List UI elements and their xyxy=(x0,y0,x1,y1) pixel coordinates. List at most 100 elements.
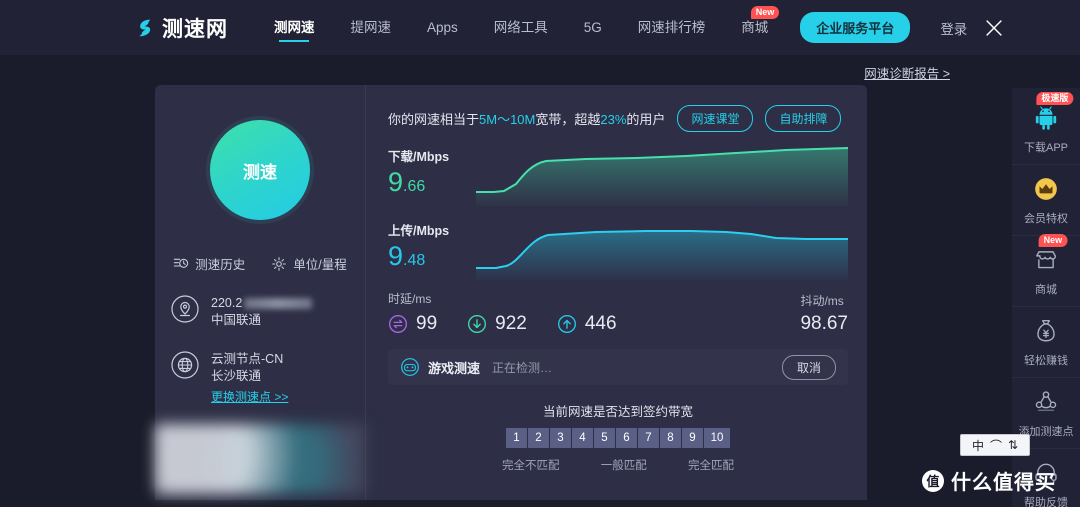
unit-range-button[interactable]: 单位/量程 xyxy=(271,254,347,273)
upload-labels: 上传/Mbps 9.48 xyxy=(388,218,476,272)
nav-item-label: 5G xyxy=(583,20,602,35)
summary-row: 你的网速相当于5M～10M宽带，超越23%的用户 网速课堂 自助排障 xyxy=(388,105,848,132)
masked-ip xyxy=(244,298,313,310)
change-node-link[interactable]: 更换测速点 >> xyxy=(211,389,288,406)
upload-latency-metric: 446 xyxy=(557,313,617,335)
site-logo[interactable]: 测速网 xyxy=(136,13,228,43)
rail-item-member-privilege[interactable]: 会员特权 xyxy=(1012,165,1080,236)
rating-section: 当前网速是否达到签约带宽 1 2 3 4 5 6 7 8 9 10 完全不匹配 … xyxy=(388,401,848,473)
nav-item-label: 提网速 xyxy=(350,20,392,35)
enterprise-service-button[interactable]: 企业服务平台 xyxy=(800,12,911,43)
download-value: 9.66 xyxy=(388,167,476,198)
rating-cell-7[interactable]: 7 xyxy=(638,428,660,448)
start-speedtest-button[interactable]: 测速 xyxy=(210,120,310,220)
lightning-s-icon xyxy=(139,19,151,36)
rail-item-download-app[interactable]: 极速版 下载APP xyxy=(1012,92,1080,165)
summary-text: 你的网速相当于5M～10M宽带，超越23%的用户 xyxy=(388,109,665,128)
ime-mode: 中 xyxy=(971,438,984,453)
speedtest-history-button[interactable]: 测速历史 xyxy=(173,254,245,273)
client-ip-info: 220.2 中国联通 xyxy=(171,295,349,329)
latency-items: 99 922 446 xyxy=(388,313,647,335)
node-name: 云测节点-CN xyxy=(211,352,284,366)
rail-label: 会员特权 xyxy=(1024,213,1068,225)
nav-item-label: 网速排行榜 xyxy=(637,20,706,35)
new-badge: New xyxy=(1038,234,1068,247)
close-icon[interactable] xyxy=(983,17,1005,39)
summary-middle: 宽带，超越 xyxy=(535,112,601,127)
game-speedtest-status: 正在检测… xyxy=(492,360,553,375)
rating-cell-5[interactable]: 5 xyxy=(594,428,616,448)
nav-item-5g[interactable]: 5G xyxy=(566,0,620,55)
download-caption: 下载/Mbps xyxy=(388,150,450,164)
nav-item-tiwangsu[interactable]: 提网速 xyxy=(333,0,410,55)
jitter-group: 抖动/ms 98.67 xyxy=(800,292,848,335)
rating-cell-4[interactable]: 4 xyxy=(572,428,594,448)
rating-cell-9[interactable]: 9 xyxy=(682,428,704,448)
latency-caption: 时延/ms xyxy=(388,292,432,306)
tool-label: 单位/量程 xyxy=(293,258,347,272)
exchange-icon xyxy=(389,315,407,333)
download-labels: 下载/Mbps 9.66 xyxy=(388,144,476,198)
server-node-info: 云测节点-CN 长沙联通 更换测速点 >> xyxy=(171,351,349,406)
ime-indicator[interactable]: 中 ⌒ ⇅ xyxy=(960,434,1030,456)
rating-cell-10[interactable]: 10 xyxy=(704,428,730,448)
rail-label: 帮助反馈 xyxy=(1024,497,1068,507)
client-ip-prefix: 220.2 xyxy=(211,296,243,310)
speedtest-page: 测速网 测网速 提网速 Apps 网络工具 5G 网速排行榜 New 商城 企业… xyxy=(0,0,1080,507)
rating-cell-8[interactable]: 8 xyxy=(660,428,682,448)
nav-item-network-tools[interactable]: 网络工具 xyxy=(476,0,566,55)
upload-value-int: 9 xyxy=(388,241,404,271)
rating-cell-3[interactable]: 3 xyxy=(550,428,572,448)
nav-item-shop[interactable]: New 商城 xyxy=(723,0,786,55)
self-troubleshoot-button[interactable]: 自助排障 xyxy=(765,105,842,132)
latency-group: 时延/ms 99 922 446 xyxy=(388,290,647,335)
login-link[interactable]: 登录 xyxy=(940,18,967,38)
summary-suffix: 的用户 xyxy=(626,112,666,127)
upload-arrow-icon xyxy=(557,315,576,333)
nav-item-ranking[interactable]: 网速排行榜 xyxy=(620,0,724,55)
rating-cell-2[interactable]: 2 xyxy=(528,428,550,448)
rating-label-mid: 一般匹配 xyxy=(600,460,647,472)
ime-glyph-2: ⇅ xyxy=(1007,438,1019,452)
latency-metric: 99 xyxy=(388,313,437,335)
summary-percent: 23% xyxy=(600,112,627,127)
node-info-text: 云测节点-CN 长沙联通 更换测速点 >> xyxy=(211,351,288,406)
rating-label-high: 完全匹配 xyxy=(688,460,734,472)
cancel-button[interactable]: 取消 xyxy=(781,354,836,380)
speed-class-button[interactable]: 网速课堂 xyxy=(677,105,754,132)
client-isp: 中国联通 xyxy=(211,313,262,327)
rating-cell-6[interactable]: 6 xyxy=(616,428,638,448)
nav-item-label: 商城 xyxy=(741,20,769,35)
nav-items: 测网速 提网速 Apps 网络工具 5G 网速排行榜 New 商城 企业服务平台 xyxy=(256,0,1005,55)
watermark: 值 什么值得买 xyxy=(922,466,1056,495)
rail-item-earn-money[interactable]: 轻松赚钱 xyxy=(1012,307,1080,378)
rating-scale: 1 2 3 4 5 6 7 8 9 10 xyxy=(388,428,848,448)
top-navigation-bar: 测速网 测网速 提网速 Apps 网络工具 5G 网速排行榜 New 商城 企业… xyxy=(0,0,1080,55)
summary-prefix: 你的网速相当于 xyxy=(388,112,480,127)
summary-bandwidth: 5M～10M xyxy=(479,112,536,127)
logo-text: 测速网 xyxy=(162,17,228,41)
tool-label: 测速历史 xyxy=(195,258,246,272)
location-pin-icon xyxy=(171,295,199,323)
jitter-caption: 抖动/ms xyxy=(800,294,844,308)
history-icon xyxy=(174,258,189,268)
download-area-chart xyxy=(476,147,848,206)
upload-area-chart xyxy=(476,230,848,280)
nav-item-cewangsu[interactable]: 测网速 xyxy=(256,0,333,55)
rating-cell-1[interactable]: 1 xyxy=(506,428,528,448)
nav-item-label: Apps xyxy=(427,20,458,35)
rating-labels: 完全不匹配 一般匹配 完全匹配 xyxy=(502,457,734,473)
nav-item-apps[interactable]: Apps xyxy=(409,0,476,55)
nav-item-label: 测网速 xyxy=(274,20,315,35)
left-tool-row: 测速历史 单位/量程 xyxy=(173,254,347,273)
gear-icon xyxy=(272,256,287,271)
latency-value: 99 xyxy=(416,313,438,334)
panel-right-column: 你的网速相当于5M～10M宽带，超越23%的用户 网速课堂 自助排障 下载/Mb… xyxy=(366,85,870,500)
rail-label: 轻松赚钱 xyxy=(1024,355,1068,367)
rail-label: 商城 xyxy=(1035,284,1057,296)
watermark-mark: 值 xyxy=(922,469,944,492)
upload-caption: 上传/Mbps xyxy=(388,224,450,238)
rail-item-shop[interactable]: New 商城 xyxy=(1012,234,1080,307)
diagnosis-report-link[interactable]: 网速诊断报告 > xyxy=(864,63,950,82)
blurred-promo-area xyxy=(155,424,365,494)
